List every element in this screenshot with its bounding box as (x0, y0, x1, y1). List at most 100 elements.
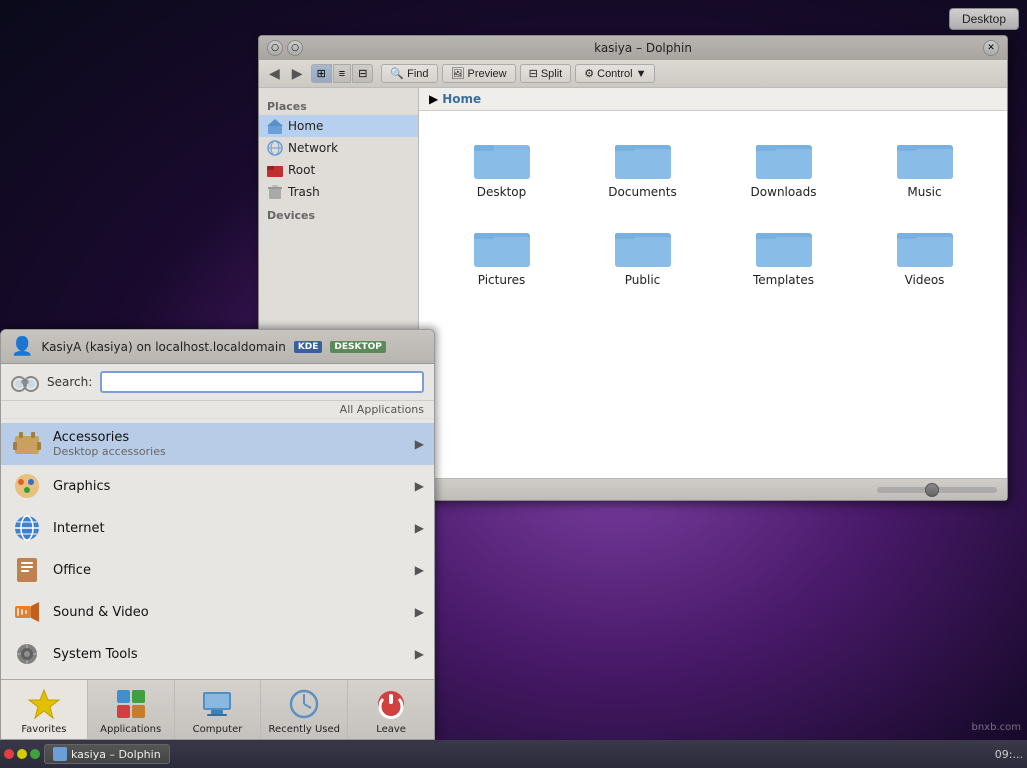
dot-green (30, 749, 40, 759)
file-item-documents[interactable]: Documents (576, 127, 709, 207)
file-item-downloads[interactable]: Downloads (717, 127, 850, 207)
computer-icon (199, 686, 235, 722)
tab-favorites[interactable]: Favorites (1, 680, 88, 739)
close-button[interactable]: ✕ (983, 40, 999, 56)
view-list-button[interactable]: ≡ (333, 64, 351, 83)
file-item-music[interactable]: Music (858, 127, 991, 207)
file-name-desktop: Desktop (477, 185, 527, 199)
desktop-button[interactable]: Desktop (949, 8, 1019, 30)
view-detail-button[interactable]: ⊟ (352, 64, 373, 83)
zoom-slider[interactable] (877, 487, 997, 493)
gear-icon: ⚙ (584, 67, 594, 80)
app-menu-header: 👤 KasiyA (kasiya) on localhost.localdoma… (1, 330, 434, 364)
taskbar: kasiya – Dolphin 09:... (0, 740, 1027, 768)
office-arrow-icon: ▶ (415, 563, 424, 577)
view-icons-button[interactable]: ⊞ (311, 64, 332, 83)
folder-icon-downloads (756, 135, 812, 179)
taskbar-dolphin-app[interactable]: kasiya – Dolphin (44, 744, 170, 764)
folder-icon-public (615, 223, 671, 267)
taskbar-time: 09:... (995, 748, 1023, 761)
breadcrumb-home[interactable]: Home (442, 92, 481, 106)
dolphin-content: ▶ Home Desktop (419, 88, 1007, 478)
system-tools-name: System Tools (53, 647, 415, 662)
folder-icon-desktop (474, 135, 530, 179)
forward-button[interactable]: ▶ (288, 63, 307, 84)
favorites-tab-label: Favorites (21, 724, 66, 735)
kde-badge: KDE (294, 341, 323, 353)
sound-video-arrow-icon: ▶ (415, 605, 424, 619)
window-controls: ○ ○ (267, 40, 303, 56)
watermark: bnxb.com (972, 722, 1022, 733)
split-icon: ⊟ (529, 67, 538, 80)
category-item-graphics[interactable]: Graphics ▶ (1, 465, 434, 507)
internet-icon (11, 512, 43, 544)
accessories-desc: Desktop accessories (53, 445, 415, 458)
category-item-system-tools[interactable]: System Tools ▶ (1, 633, 434, 675)
file-name-public: Public (625, 273, 661, 287)
system-tools-text: System Tools (53, 647, 415, 662)
control-button[interactable]: ⚙ Control ▼ (575, 64, 655, 83)
trash-icon (267, 184, 283, 200)
taskbar-status-dots (4, 749, 40, 759)
file-item-desktop[interactable]: Desktop (435, 127, 568, 207)
preview-icon: 🖼 (451, 67, 465, 80)
app-menu: 👤 KasiyA (kasiya) on localhost.localdoma… (0, 329, 435, 740)
applications-icon (113, 686, 149, 722)
root-label: Root (288, 163, 315, 177)
root-icon (267, 162, 283, 178)
home-label: Home (288, 119, 323, 133)
category-item-internet[interactable]: Internet ▶ (1, 507, 434, 549)
dropdown-arrow-icon: ▼ (636, 68, 647, 80)
folder-icon-documents (615, 135, 671, 179)
tab-computer[interactable]: Computer (175, 680, 262, 739)
app-menu-tabs: Favorites Applications (1, 679, 434, 739)
file-item-public[interactable]: Public (576, 215, 709, 295)
binoculars-icon: 🔍 (390, 67, 404, 80)
file-item-templates[interactable]: Templates (717, 215, 850, 295)
internet-arrow-icon: ▶ (415, 521, 424, 535)
devices-section-label: Devices (259, 207, 418, 224)
user-avatar-icon: 👤 (11, 336, 33, 357)
recently-used-tab-label: Recently Used (269, 724, 340, 735)
maximize-button[interactable]: ○ (287, 40, 303, 56)
sidebar-item-trash[interactable]: Trash (259, 181, 418, 203)
category-item-office[interactable]: Office ▶ (1, 549, 434, 591)
office-icon (11, 554, 43, 586)
tab-recently-used[interactable]: Recently Used (261, 680, 348, 739)
preview-button[interactable]: 🖼 Preview (442, 64, 516, 83)
tab-applications[interactable]: Applications (88, 680, 175, 739)
network-label: Network (288, 141, 338, 155)
file-name-downloads: Downloads (751, 185, 817, 199)
app-category-list: Accessories Desktop accessories ▶ Graphi… (1, 419, 434, 679)
file-item-pictures[interactable]: Pictures (435, 215, 568, 295)
find-button[interactable]: 🔍 Find (381, 64, 437, 83)
recently-used-icon (286, 686, 322, 722)
graphics-text: Graphics (53, 479, 415, 494)
category-item-accessories[interactable]: Accessories Desktop accessories ▶ (1, 423, 434, 465)
folder-icon-music (897, 135, 953, 179)
split-button[interactable]: ⊟ Split (520, 64, 572, 83)
window-title: kasiya – Dolphin (303, 41, 983, 55)
folder-icon-videos (897, 223, 953, 267)
user-label: KasiyA (kasiya) on localhost.localdomain (41, 340, 285, 354)
file-item-videos[interactable]: Videos (858, 215, 991, 295)
minimize-button[interactable]: ○ (267, 40, 283, 56)
sidebar-item-home[interactable]: Home (259, 115, 418, 137)
back-button[interactable]: ◀ (265, 63, 284, 84)
network-icon (267, 140, 283, 156)
category-item-sound-video[interactable]: Sound & Video ▶ (1, 591, 434, 633)
search-input[interactable] (100, 371, 424, 393)
tab-leave[interactable]: Leave (348, 680, 434, 739)
file-name-documents: Documents (608, 185, 676, 199)
places-section-label: Places (259, 98, 418, 115)
find-label: Find (407, 68, 428, 80)
sidebar-item-root[interactable]: Root (259, 159, 418, 181)
taskbar-app-label: kasiya – Dolphin (71, 748, 161, 761)
computer-tab-label: Computer (193, 724, 243, 735)
system-tools-arrow-icon: ▶ (415, 647, 424, 661)
sidebar-item-network[interactable]: Network (259, 137, 418, 159)
taskbar-right: 09:... (995, 748, 1023, 761)
graphics-name: Graphics (53, 479, 415, 494)
accessories-text: Accessories Desktop accessories (53, 430, 415, 458)
folder-icon-templates (756, 223, 812, 267)
